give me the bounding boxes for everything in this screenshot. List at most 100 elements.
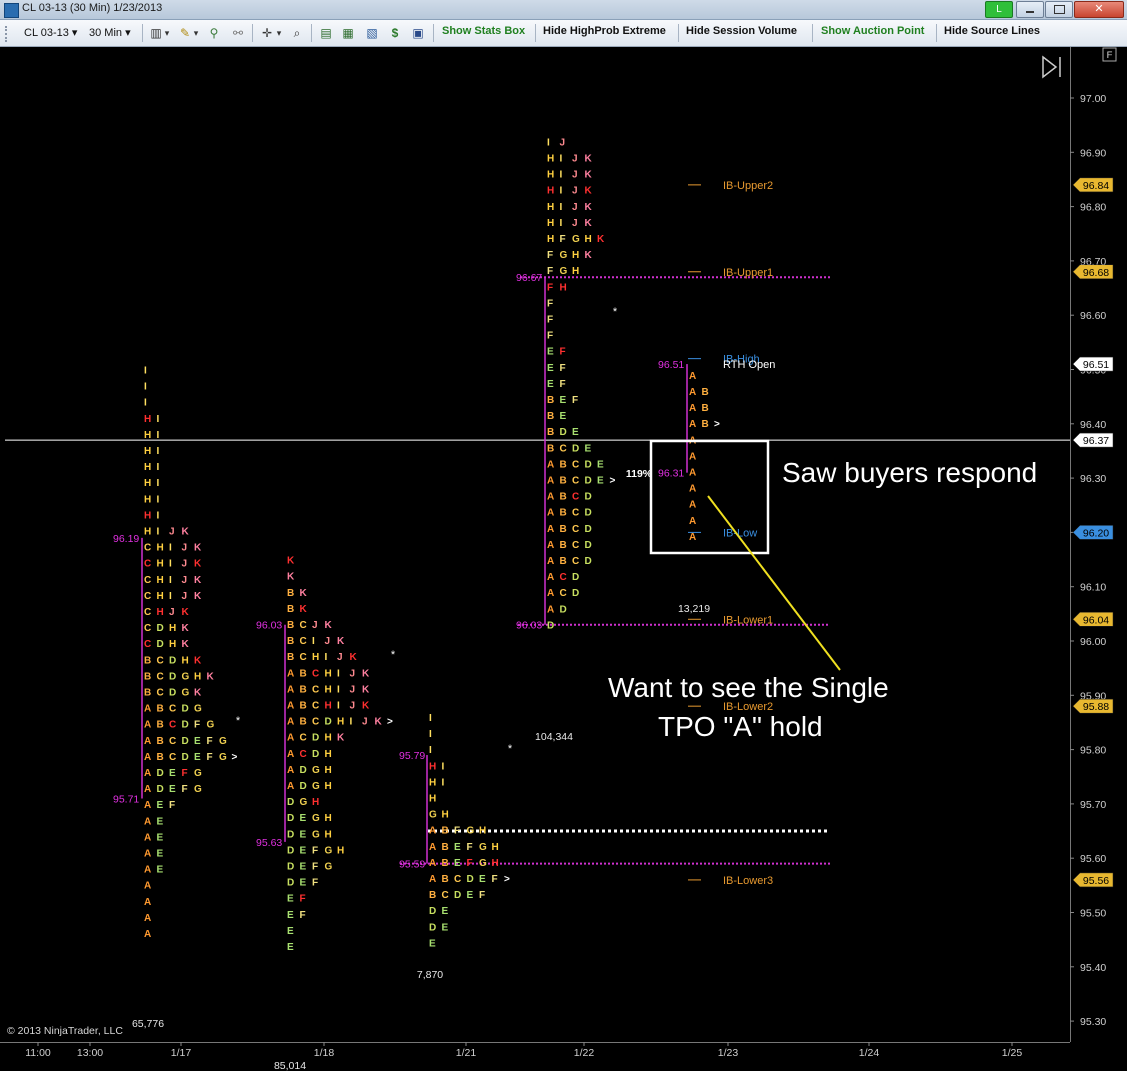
tpo-letter: H — [325, 829, 332, 840]
show-stats-box-button[interactable]: Show Stats Box — [442, 25, 525, 37]
indicators-icon[interactable]: ▤ — [318, 25, 334, 41]
tpo-letter: A — [429, 858, 436, 869]
hide-source-lines-button[interactable]: Hide Source Lines — [944, 25, 1040, 37]
interval-selector[interactable]: 30 Min ▾ — [89, 26, 131, 39]
tpo-letter: K — [597, 234, 605, 245]
zoom-icon[interactable]: ⌕ — [289, 25, 305, 41]
dollar-icon[interactable]: $ — [387, 25, 403, 41]
tpo-letter: D — [572, 588, 579, 599]
tpo-letter: J — [337, 652, 343, 663]
tpo-letter: C — [157, 671, 164, 682]
tpo-letter: B — [547, 443, 554, 454]
maximize-button[interactable] — [1045, 1, 1073, 18]
tpo-letter: H — [585, 234, 592, 245]
tpo-letter: B — [560, 508, 567, 519]
dropdown-arrow-icon[interactable]: ▾ — [192, 25, 200, 41]
reference-line-label: RTH Open — [723, 359, 775, 371]
link-icon[interactable]: ⚯ — [230, 25, 246, 41]
tpo-letter: G — [300, 797, 308, 808]
tpo-letter: I — [429, 745, 432, 756]
tpo-letter: C — [312, 700, 319, 711]
price-tick-label: 97.00 — [1080, 93, 1106, 105]
tpo-letter: I — [169, 543, 172, 554]
tpo-letter: A — [547, 476, 554, 487]
tpo-letter: A — [287, 781, 294, 792]
tpo-letter: H — [325, 781, 332, 792]
time-tick-label: 1/25 — [1002, 1047, 1023, 1059]
close-button[interactable]: ✕ — [1074, 1, 1124, 18]
chart-properties-icon[interactable]: ▧ — [364, 25, 380, 41]
price-badge-label: 96.51 — [1083, 359, 1109, 371]
tpo-chart[interactable]: 97.0096.9096.8096.7096.6096.5096.4096.30… — [0, 47, 1127, 1071]
tpo-letter: D — [182, 704, 189, 715]
tpo-letter: K — [585, 170, 593, 181]
tpo-letter: D — [429, 922, 436, 933]
crosshair-icon[interactable]: ✛ — [259, 25, 275, 41]
tpo-letter: C — [144, 575, 151, 586]
tpo-letter: H — [182, 655, 189, 666]
dropdown-arrow-icon[interactable]: ▾ — [163, 25, 171, 41]
pin-icon[interactable]: ⚲ — [206, 25, 222, 41]
tpo-letter: E — [287, 942, 294, 953]
tpo-letter: E — [300, 829, 307, 840]
tpo-letter: B — [547, 395, 554, 406]
value-area-price-label: 96.67 — [516, 272, 542, 284]
pencil-icon[interactable]: ✎ — [177, 25, 193, 41]
dropdown-arrow-icon[interactable]: ▾ — [275, 25, 283, 41]
tpo-letter: E — [585, 443, 592, 454]
tpo-letter: H — [337, 845, 344, 856]
tpo-letter: H — [144, 510, 151, 521]
tpo-letter: H — [547, 170, 554, 181]
tpo-letter: H — [194, 671, 201, 682]
tpo-letter: A — [689, 387, 696, 398]
tpo-letter: J — [312, 620, 318, 631]
data-box-icon[interactable]: ▣ — [410, 25, 426, 41]
minimize-button[interactable] — [1016, 1, 1044, 18]
annotation-buyers: Saw buyers respond — [782, 457, 1038, 488]
tpo-letter: J — [350, 700, 356, 711]
tpo-letter: B — [547, 411, 554, 422]
tpo-letter: F — [169, 800, 175, 811]
tpo-letter: G — [182, 671, 190, 682]
tpo-letter: I — [442, 761, 445, 772]
tpo-letter: C — [157, 688, 164, 699]
tpo-letter: I — [169, 559, 172, 570]
time-tick-label: 1/23 — [718, 1047, 739, 1059]
tpo-letter: C — [572, 524, 579, 535]
session-volume-label: 7,870 — [417, 969, 443, 981]
tpo-letter: E — [157, 832, 164, 843]
tpo-letter: > — [714, 419, 720, 430]
tpo-letter: E — [157, 849, 164, 860]
tpo-letter: D — [560, 604, 567, 615]
tpo-letter: H — [337, 717, 344, 728]
price-badge-label: 96.84 — [1083, 180, 1109, 192]
tpo-letter: H — [572, 250, 579, 261]
tpo-letter: A — [547, 556, 554, 567]
strategies-icon[interactable]: ▦ — [340, 25, 356, 41]
price-badge-label: 96.04 — [1083, 614, 1109, 626]
status-button[interactable]: L — [985, 1, 1013, 18]
tpo-letter: H — [547, 186, 554, 197]
bar-type-icon[interactable]: ▥ — [148, 25, 164, 41]
tpo-letter: D — [287, 861, 294, 872]
tpo-letter: K — [194, 655, 202, 666]
tpo-letter: B — [560, 459, 567, 470]
tpo-letter: K — [300, 604, 308, 615]
tpo-letter: G — [194, 768, 202, 779]
tpo-letter: G — [312, 829, 320, 840]
instrument-selector[interactable]: CL 03-13 ▾ — [24, 26, 77, 39]
hide-highprob-extreme-button[interactable]: Hide HighProb Extreme — [543, 25, 666, 37]
toolbar-separator — [936, 24, 937, 42]
tpo-letter: H — [144, 478, 151, 489]
hide-session-volume-button[interactable]: Hide Session Volume — [686, 25, 797, 37]
tpo-letter: C — [312, 684, 319, 695]
tpo-letter: I — [157, 430, 160, 441]
auction-point-marker: * — [508, 743, 513, 755]
tpo-letter: I — [350, 717, 353, 728]
tpo-letter: A — [547, 524, 554, 535]
tpo-letter: H — [144, 462, 151, 473]
tpo-letter: K — [337, 636, 345, 647]
show-auction-point-button[interactable]: Show Auction Point — [821, 25, 924, 37]
chart-panel[interactable]: 97.0096.9096.8096.7096.6096.5096.4096.30… — [0, 47, 1127, 1071]
toolbar-grip — [5, 26, 10, 42]
